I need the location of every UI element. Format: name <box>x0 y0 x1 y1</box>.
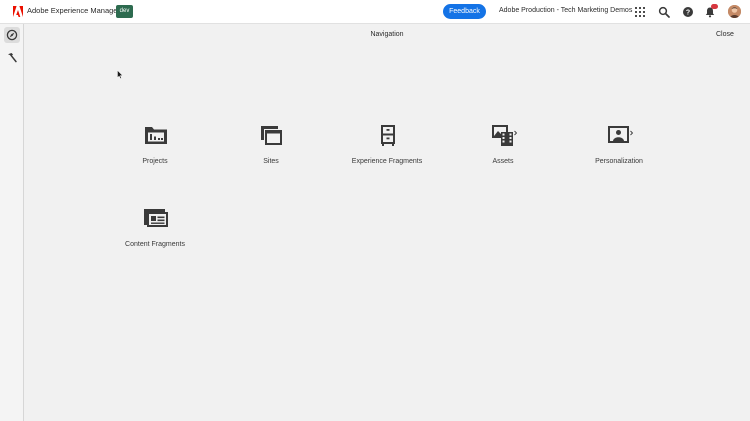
environment-badge: dev <box>116 5 133 18</box>
content-fragments-icon <box>144 209 168 227</box>
organization-name[interactable]: Adobe Production - Tech Marketing Demos <box>499 7 632 14</box>
rail-navigation-button[interactable] <box>4 27 20 43</box>
compass-icon <box>6 29 18 41</box>
user-avatar[interactable] <box>728 5 741 18</box>
nav-tile-personalization[interactable]: Personalization <box>569 124 669 184</box>
nav-tile-label: Projects <box>142 158 168 165</box>
nav-tile-projects[interactable]: Projects <box>105 124 205 184</box>
sites-windows-icon <box>261 126 282 145</box>
search-icon[interactable] <box>658 6 670 18</box>
nav-tile-label: Sites <box>263 158 279 165</box>
nav-tile-assets[interactable]: Assets <box>453 124 553 184</box>
nav-tile-experience-fragments[interactable]: Experience Fragments <box>337 124 437 184</box>
help-icon[interactable]: ? <box>682 6 694 18</box>
feedback-button[interactable]: Feedback <box>443 4 486 19</box>
top-header-bar: Adobe Experience Manager dev Feedback Ad… <box>0 0 750 24</box>
avatar-image <box>728 5 741 18</box>
nav-tile-label: Personalization <box>595 158 643 165</box>
assets-media-icon <box>492 125 517 146</box>
nav-tile-label: Experience Fragments <box>351 158 423 165</box>
personalization-screen-icon <box>608 126 633 143</box>
close-button[interactable]: Close <box>716 31 734 38</box>
hammer-icon <box>8 53 17 63</box>
apps-grid-icon[interactable] <box>634 6 646 18</box>
notification-count-badge <box>711 4 718 9</box>
projects-folder-icon <box>145 127 167 144</box>
left-rail <box>0 24 24 421</box>
nav-tile-label: Content Fragments <box>125 241 185 248</box>
app-name[interactable]: Adobe Experience Manager <box>27 6 120 15</box>
experience-fragments-cabinet-icon <box>381 125 395 146</box>
nav-tile-label: Assets <box>492 158 514 165</box>
rail-tools-button[interactable] <box>4 50 20 66</box>
mouse-cursor-icon <box>117 70 123 79</box>
svg-text:?: ? <box>686 10 690 17</box>
adobe-logo-icon[interactable] <box>13 6 23 17</box>
nav-tile-content-fragments[interactable]: Content Fragments <box>105 207 205 267</box>
panel-title: Navigation <box>370 31 404 38</box>
nav-tile-sites[interactable]: Sites <box>221 124 321 184</box>
